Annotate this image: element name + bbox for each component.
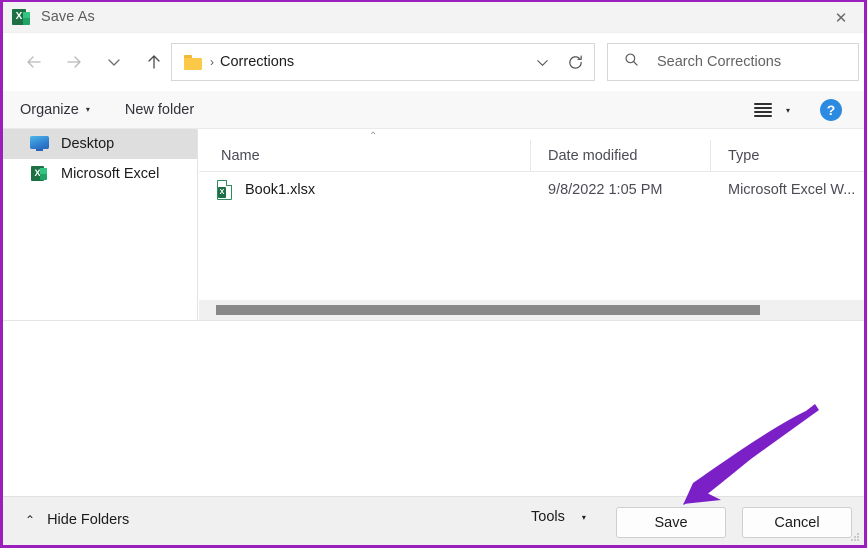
title-bar: Save As ✕ bbox=[3, 2, 864, 33]
save-button[interactable]: Save bbox=[616, 507, 726, 538]
excel-icon bbox=[30, 165, 50, 183]
view-options-chevron-down-icon[interactable]: ▾ bbox=[786, 106, 790, 115]
window-title: Save As bbox=[41, 9, 95, 25]
arrow-up-icon bbox=[148, 55, 160, 69]
close-icon[interactable]: ✕ bbox=[818, 2, 864, 33]
column-header-type[interactable]: Type bbox=[711, 140, 864, 172]
command-toolbar: Organize ▾ New folder ▾ ? bbox=[3, 91, 864, 129]
sidebar-item-label: Microsoft Excel bbox=[61, 166, 160, 182]
organize-button[interactable]: Organize ▾ bbox=[20, 102, 90, 118]
arrow-right-icon bbox=[67, 56, 81, 68]
breadcrumb-separator: › bbox=[210, 55, 214, 69]
list-view-icon[interactable] bbox=[753, 103, 772, 117]
column-header-name[interactable]: Name bbox=[199, 139, 531, 172]
refresh-icon[interactable] bbox=[567, 44, 584, 80]
up-one-level-button[interactable] bbox=[134, 45, 174, 79]
horizontal-scrollbar[interactable] bbox=[199, 300, 864, 320]
navigation-sidebar: Desktop Microsoft Excel bbox=[3, 129, 198, 320]
back-button[interactable] bbox=[14, 45, 54, 79]
organize-label: Organize bbox=[20, 101, 79, 118]
tools-label: Tools bbox=[531, 509, 565, 525]
scrollbar-thumb[interactable] bbox=[216, 305, 760, 315]
excel-icon bbox=[12, 8, 30, 26]
file-list: ⌃ Name Date modified Type Book1.xlsx 9/8… bbox=[199, 129, 864, 320]
hide-folders-button[interactable]: ⌃ Hide Folders bbox=[25, 512, 129, 528]
chevron-down-icon: ▾ bbox=[581, 512, 586, 522]
folder-icon bbox=[184, 54, 202, 70]
chevron-up-icon: ⌃ bbox=[25, 513, 36, 527]
file-name-cell: Book1.xlsx bbox=[199, 180, 531, 200]
new-folder-button[interactable]: New folder bbox=[125, 102, 194, 118]
search-icon bbox=[624, 52, 639, 72]
recent-locations-button[interactable] bbox=[94, 45, 134, 79]
chevron-down-icon bbox=[108, 59, 120, 66]
chevron-down-icon: ▾ bbox=[85, 105, 90, 114]
sidebar-item-microsoft-excel[interactable]: Microsoft Excel bbox=[3, 159, 197, 189]
resize-grip[interactable] bbox=[851, 533, 860, 542]
help-icon[interactable]: ? bbox=[820, 99, 842, 121]
forward-button[interactable] bbox=[54, 45, 94, 79]
file-type-cell: Microsoft Excel W... bbox=[728, 182, 856, 198]
address-dropdown-icon[interactable] bbox=[535, 44, 550, 80]
breadcrumb[interactable]: Corrections bbox=[220, 54, 294, 70]
save-as-dialog: Save As ✕ › C bbox=[0, 0, 867, 548]
dialog-footer: ⌃ Hide Folders Tools ▾ bbox=[3, 496, 864, 545]
excel-document-icon bbox=[217, 180, 234, 200]
arrow-left-icon bbox=[27, 56, 41, 68]
hide-folders-label: Hide Folders bbox=[47, 512, 130, 528]
sidebar-item-desktop[interactable]: Desktop bbox=[3, 129, 197, 159]
save-form: File name: New Book.xlsx Save as type: E… bbox=[3, 321, 864, 496]
search-input[interactable]: Search Corrections bbox=[657, 54, 781, 70]
search-box[interactable]: Search Corrections bbox=[607, 43, 859, 81]
file-name-label: Book1.xlsx bbox=[245, 182, 316, 198]
desktop-icon bbox=[30, 135, 50, 153]
table-row[interactable]: Book1.xlsx 9/8/2022 1:05 PM Microsoft Ex… bbox=[199, 172, 864, 208]
cancel-button[interactable]: Cancel bbox=[742, 507, 852, 538]
column-headers: Name Date modified Type bbox=[199, 139, 864, 172]
tools-button[interactable]: Tools ▾ bbox=[531, 509, 586, 525]
toolbar-right-group: ▾ ? bbox=[753, 91, 864, 129]
sidebar-item-label: Desktop bbox=[61, 136, 115, 152]
address-bar[interactable]: › Corrections bbox=[171, 43, 595, 81]
navigation-bar: › Corrections Search Corrections bbox=[3, 33, 864, 91]
column-header-date-modified[interactable]: Date modified bbox=[531, 139, 711, 172]
file-date-cell: 9/8/2022 1:05 PM bbox=[548, 182, 663, 198]
